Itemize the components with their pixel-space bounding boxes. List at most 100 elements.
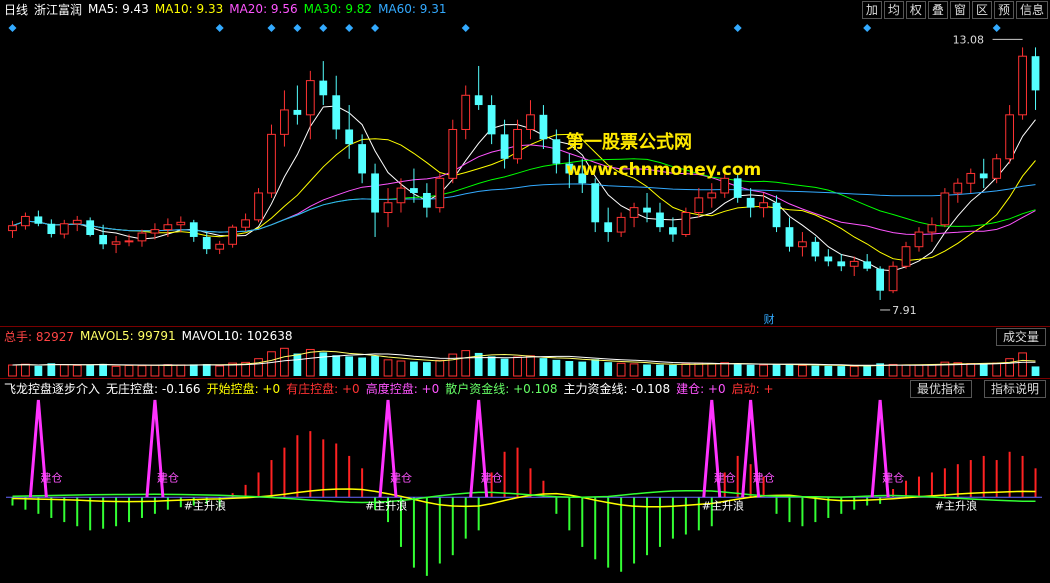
candle-body: [305, 80, 315, 116]
candle-body: [720, 177, 730, 194]
volume-bar: [565, 361, 574, 376]
candle-body: [604, 222, 613, 233]
candle-body: [643, 207, 651, 213]
candle-body: [837, 261, 846, 267]
candle-body: [422, 192, 431, 208]
ma-line-5: [12, 105, 1036, 272]
kline-chart[interactable]: 13.08 7.91 财建仓 建仓 建仓 建仓 建仓 建仓 建仓 #主升浪 #主升浪 #主升浪 #主升浪: [0, 0, 1050, 583]
toolbar-button[interactable]: 叠: [927, 1, 948, 19]
volume-bar: [358, 357, 367, 376]
volume-bar: [461, 350, 471, 377]
ma-legend-item: MA5: 9.43: [88, 2, 149, 16]
signal-diamond-icon: [863, 24, 872, 32]
candle-body: [99, 234, 108, 245]
ma-line-20: [12, 144, 1036, 236]
volume-bar: [629, 363, 639, 377]
toolbar-button[interactable]: 加: [861, 1, 882, 19]
volume-bar: [305, 348, 315, 377]
candle-body: [383, 202, 393, 214]
candle-body: [332, 95, 341, 130]
candle-body: [435, 177, 445, 209]
candle-body: [72, 219, 82, 225]
indicator-legend-item: 有庄控盘: +0: [286, 381, 360, 396]
volume-bar: [785, 363, 794, 376]
volume-bar: [8, 364, 17, 377]
volume-bar: [966, 363, 976, 377]
candle-body: [876, 268, 885, 291]
volume-bar: [863, 365, 872, 376]
candle-body: [669, 227, 677, 235]
toolbar-button[interactable]: 信息: [1015, 1, 1048, 19]
volume-bar: [137, 365, 147, 377]
candle-body: [681, 212, 691, 236]
toolbar-button[interactable]: 区: [971, 1, 992, 19]
candle-body: [979, 173, 988, 179]
volume-bar: [1018, 352, 1027, 377]
indicator-legend-item: 开始控盘: +0: [206, 381, 281, 396]
jiancang-label: 建仓: [753, 470, 775, 484]
volume-bar: [733, 364, 742, 376]
zhusheng-label: #主升浪: [702, 498, 744, 512]
candle-body: [811, 241, 820, 257]
candle-body: [124, 240, 134, 243]
volume-bar: [927, 364, 937, 377]
volume-bar: [694, 362, 704, 377]
indicator-legend-item: 建仓: +0: [676, 381, 726, 396]
candle-body: [824, 256, 833, 262]
best-indicator-button[interactable]: 最优指标: [909, 380, 972, 398]
period-label[interactable]: 日线: [4, 1, 28, 18]
volume-bar: [552, 359, 561, 376]
candle-body: [733, 178, 742, 198]
volume-indicator-button[interactable]: 成交量: [995, 328, 1046, 346]
volume-bar: [267, 351, 276, 377]
volume-bar: [371, 355, 379, 376]
volume-legend-item: MAVOL5: 99791: [80, 329, 176, 343]
volume-bar: [345, 356, 354, 376]
candle-body: [150, 229, 160, 234]
indicator-help-button[interactable]: 指标说明: [983, 380, 1046, 398]
toolbar-button[interactable]: 预: [993, 1, 1014, 19]
signal-diamond-icon: [345, 24, 354, 32]
candle-body: [267, 133, 276, 194]
volume-bar: [837, 366, 846, 376]
volume-bar: [383, 359, 393, 377]
signal-diamond-icon: [8, 24, 17, 32]
volume-bar: [849, 365, 859, 377]
candle-body: [202, 236, 211, 250]
toolbar-button[interactable]: 权: [905, 1, 926, 19]
volume-bar: [280, 347, 289, 377]
candle-body: [371, 173, 379, 213]
volume-bar: [111, 365, 121, 377]
toolbar-button[interactable]: 窗: [949, 1, 970, 19]
volume-bar: [500, 358, 509, 376]
volume-bar: [669, 364, 677, 376]
signal-diamond-icon: [293, 24, 302, 32]
volume-bar: [720, 362, 730, 377]
volume-bar: [539, 358, 548, 376]
toolbar-button[interactable]: 均: [883, 1, 904, 19]
signal-diamond-icon: [733, 24, 742, 32]
candle-body: [785, 227, 794, 247]
indicator-legend-item: 主力资金线: -0.108: [563, 381, 671, 396]
ma-legend-item: MA20: 9.56: [229, 2, 298, 16]
volume-bar: [746, 364, 755, 376]
high-price-label: 13.08: [953, 33, 985, 46]
signal-diamond-icon: [267, 24, 276, 32]
candle-body: [358, 144, 367, 174]
candle-body: [319, 80, 328, 96]
volume-bar: [215, 365, 225, 377]
jiancang-label: 建仓: [882, 470, 904, 484]
candle-body: [849, 260, 859, 267]
candle-body: [176, 221, 186, 226]
volume-bar: [99, 363, 108, 376]
volume-bar: [435, 359, 445, 377]
volume-legend-item: 总手: 82927: [4, 329, 75, 344]
volume-bar: [707, 363, 717, 377]
candle-body: [863, 261, 872, 269]
watermark-url: www.chnmoney.com: [566, 160, 762, 180]
candle-body: [280, 109, 289, 135]
zhusheng-label: #主升浪: [935, 498, 977, 512]
candle-body: [34, 216, 43, 224]
volume-bar: [189, 364, 198, 376]
volume-bar: [1005, 358, 1015, 377]
